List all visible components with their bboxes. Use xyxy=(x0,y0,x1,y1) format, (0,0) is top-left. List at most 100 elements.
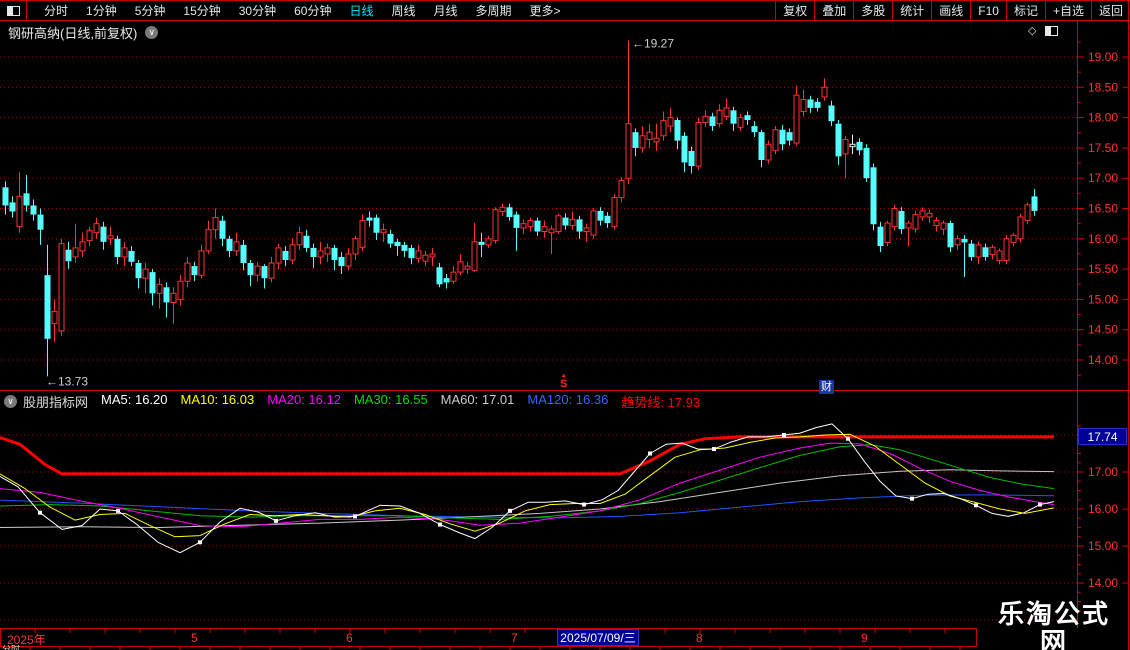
legend-item-0: MA5: 16.20 xyxy=(101,392,168,407)
candle-up xyxy=(891,208,898,228)
candle-up xyxy=(702,115,709,123)
candle-down xyxy=(513,214,520,228)
sell-signal-marker: ▲ S xyxy=(560,372,568,390)
tool-button-2[interactable]: 多股 xyxy=(853,1,894,20)
tool-button-0[interactable]: 复权 xyxy=(775,1,816,20)
month-label-9: 9 xyxy=(861,631,868,645)
tool-button-8[interactable]: 返回 xyxy=(1090,1,1130,20)
date-axis[interactable]: 2025年 56789 2025/07/09/三 xyxy=(0,628,977,647)
svg-text:14.00: 14.00 xyxy=(1088,353,1118,367)
period-item-3[interactable]: 15分钟 xyxy=(174,2,229,19)
period-item-4[interactable]: 30分钟 xyxy=(230,2,285,19)
chart-title-row: 钢研高纳(日线,前复权) ∨ xyxy=(8,23,159,42)
indicator-header: ∨ 股朋指标网 MA5: 16.20 MA10: 16.03 MA20: 16.12… xyxy=(4,392,713,411)
candle-up xyxy=(359,220,366,248)
chevron-down-icon[interactable]: ∨ xyxy=(145,26,159,39)
watermark: 乐淘公式网 www.60lt.com xyxy=(986,600,1122,650)
ma5-marker xyxy=(116,508,120,513)
candle-up xyxy=(142,268,149,279)
candle-up xyxy=(912,214,919,230)
period-item-2[interactable]: 5分钟 xyxy=(126,2,175,19)
period-item-9[interactable]: 多周期 xyxy=(467,2,521,19)
svg-text:17.00: 17.00 xyxy=(1088,171,1118,185)
signal-letter: S xyxy=(560,378,568,390)
tool-button-1[interactable]: 叠加 xyxy=(814,1,855,20)
candle-up xyxy=(93,223,100,234)
candle-up xyxy=(555,215,562,233)
split-panel-icon xyxy=(6,5,20,16)
split-panel-icon[interactable] xyxy=(1045,25,1059,36)
svg-text:16.00: 16.00 xyxy=(1088,502,1118,516)
legend-item-1: MA10: 16.03 xyxy=(180,392,255,407)
candle-down xyxy=(982,247,989,257)
candle-up xyxy=(177,280,184,300)
period-item-6[interactable]: 日线 xyxy=(340,2,382,19)
svg-text:15.00: 15.00 xyxy=(1088,539,1118,553)
indicator-name[interactable]: 股朋指标网 xyxy=(23,392,88,411)
period-item-8[interactable]: 月线 xyxy=(425,2,467,19)
candle-down xyxy=(23,193,30,206)
period-item-0[interactable]: 分时 xyxy=(35,2,77,19)
candle-up xyxy=(954,238,961,246)
period-item-10[interactable]: 更多> xyxy=(521,2,570,19)
candle-up xyxy=(296,232,303,246)
candle-down xyxy=(65,249,72,262)
candle-up xyxy=(569,218,576,226)
candle-up xyxy=(548,228,555,234)
period-item-7[interactable]: 周线 xyxy=(382,2,424,19)
candle-up xyxy=(72,247,79,258)
watermark-title: 乐淘公式网 xyxy=(997,599,1110,650)
candle-down xyxy=(401,244,408,251)
candle-up xyxy=(527,220,534,228)
candle-down xyxy=(828,105,835,122)
svg-text:14.00: 14.00 xyxy=(1088,576,1118,590)
tool-button-5[interactable]: F10 xyxy=(970,1,1007,20)
diamond-icon[interactable]: ◇ xyxy=(1028,24,1036,37)
svg-text:18.50: 18.50 xyxy=(1088,80,1118,94)
period-menu: 分时 1分钟 5分钟 15分钟 30分钟 60分钟 日线 周线 月线 多周期 更多> xyxy=(27,1,570,20)
candle-up xyxy=(121,247,128,258)
candle-up xyxy=(457,261,464,273)
candle-down xyxy=(751,126,758,133)
candle-up xyxy=(737,117,744,128)
candle-up xyxy=(989,246,996,256)
candle-up xyxy=(79,241,86,252)
svg-text:19.00: 19.00 xyxy=(1088,50,1118,64)
candle-up xyxy=(926,212,933,218)
candle-up xyxy=(450,271,457,282)
fin-news-marker[interactable]: 财 xyxy=(819,380,834,394)
tool-button-4[interactable]: 画线 xyxy=(931,1,972,20)
candle-up xyxy=(317,250,324,258)
svg-text:14.50: 14.50 xyxy=(1088,323,1118,337)
tool-button-6[interactable]: 标记 xyxy=(1005,1,1046,20)
candle-down xyxy=(30,205,37,215)
series-MA5 xyxy=(0,423,1055,554)
legend-item-4: MA60: 17.01 xyxy=(440,392,515,407)
selected-date-box: 2025/07/09/三 xyxy=(557,629,639,646)
candle-down xyxy=(562,217,569,226)
candle-up xyxy=(184,262,191,282)
candle-up xyxy=(324,247,331,255)
period-item-1[interactable]: 1分钟 xyxy=(77,2,126,19)
candle-down xyxy=(877,226,884,247)
candle-down xyxy=(968,243,975,257)
candle-down xyxy=(779,129,786,145)
panel-layout-button[interactable] xyxy=(0,1,27,20)
candle-down xyxy=(632,132,639,148)
candle-up xyxy=(919,210,926,218)
month-label-8: 8 xyxy=(696,631,703,645)
candle-down xyxy=(9,202,16,212)
chart-canvas[interactable]: 19.00 18.50 18.00 17.50 17.00 16.50 16.00 15.50… xyxy=(0,0,1130,650)
tool-button-7[interactable]: +自选 xyxy=(1044,1,1092,20)
period-item-5[interactable]: 60分钟 xyxy=(285,2,340,19)
month-label-6: 6 xyxy=(346,631,353,645)
tool-button-3[interactable]: 统计 xyxy=(892,1,933,20)
svg-text:17.50: 17.50 xyxy=(1088,141,1118,155)
candle-up xyxy=(289,244,296,261)
candle-up xyxy=(625,123,632,179)
candle-down xyxy=(338,256,345,267)
chevron-down-icon[interactable]: ∨ xyxy=(4,395,17,408)
candle-up xyxy=(156,283,163,294)
candle-down xyxy=(373,217,380,233)
candle-down xyxy=(674,120,681,141)
